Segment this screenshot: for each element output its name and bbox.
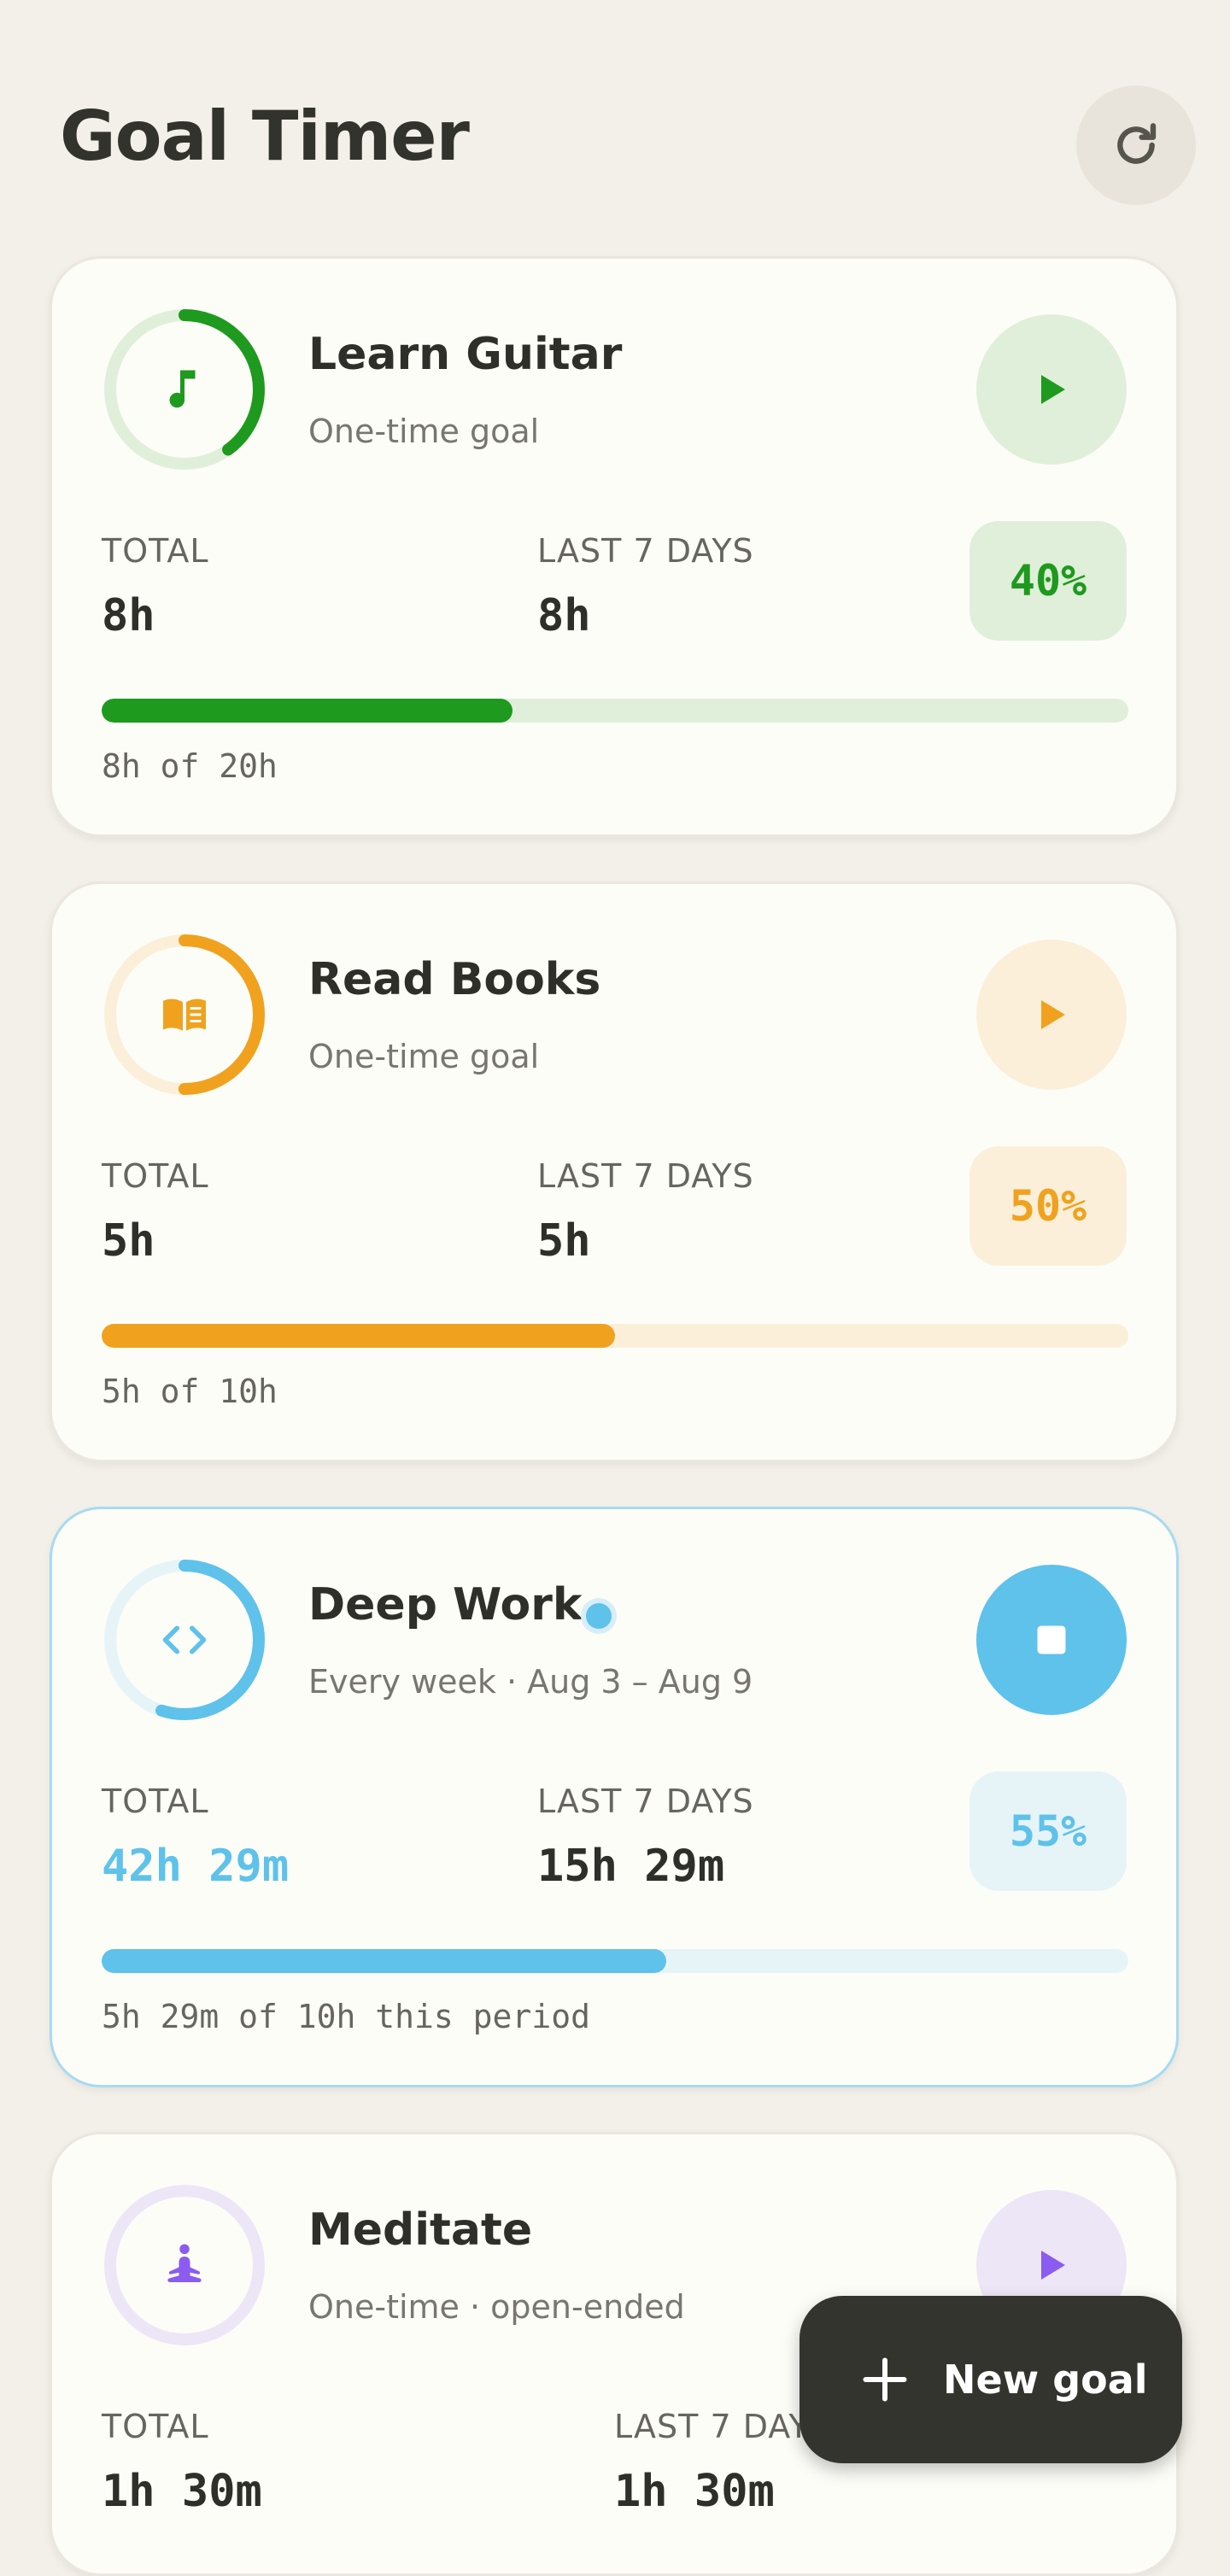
goal-card-deep-work[interactable]: Deep Work Every week · Aug 3 – Aug 9 TOT… xyxy=(50,1507,1179,2087)
new-goal-button[interactable]: New goal xyxy=(800,2296,1182,2463)
progress-note: 8h of 20h xyxy=(102,747,278,785)
refresh-button[interactable] xyxy=(1076,85,1196,205)
progress-note: 5h 29m of 10h this period xyxy=(102,1998,590,2035)
goal-card-learn-guitar[interactable]: Learn Guitar One-time goal TOTAL 8h LAST… xyxy=(50,256,1179,837)
start-timer-button[interactable] xyxy=(976,314,1127,465)
progress-ring xyxy=(102,307,267,472)
progress-ring xyxy=(102,932,267,1098)
play-icon xyxy=(1041,375,1065,404)
progress-bar xyxy=(102,1324,1128,1348)
goal-subtitle: One-time · open-ended xyxy=(308,2288,685,2326)
last-7-days-label: LAST 7 DAYS xyxy=(614,2408,831,2445)
stop-timer-button[interactable] xyxy=(976,1565,1127,1715)
progress-ring xyxy=(102,1557,267,1723)
status-bar xyxy=(0,0,1230,17)
progress-bar-fill xyxy=(102,699,512,723)
percent-badge: 55% xyxy=(969,1771,1127,1891)
last-7-days-value: 8h xyxy=(537,590,591,641)
total-label: TOTAL xyxy=(102,2408,209,2445)
goal-subtitle: One-time goal xyxy=(308,413,540,450)
total-value: 5h xyxy=(102,1215,155,1267)
total-label: TOTAL xyxy=(102,1157,209,1195)
progress-note: 5h of 10h xyxy=(102,1373,278,1410)
total-value: 42h 29m xyxy=(102,1841,290,1892)
last-7-days-label: LAST 7 DAYS xyxy=(537,532,754,570)
last-7-days-label: LAST 7 DAYS xyxy=(537,1783,754,1820)
progress-bar xyxy=(102,699,1128,723)
app-header: Goal Timer xyxy=(60,85,1196,205)
progress-ring xyxy=(102,2182,267,2348)
last-7-days-label: LAST 7 DAYS xyxy=(537,1157,754,1195)
total-label: TOTAL xyxy=(102,532,209,570)
book-icon xyxy=(163,998,206,1031)
total-value: 1h 30m xyxy=(102,2466,262,2517)
code-icon xyxy=(162,1625,207,1654)
last-7-days-value: 15h 29m xyxy=(537,1841,725,1892)
progress-bar xyxy=(102,1949,1128,1973)
start-timer-button[interactable] xyxy=(976,940,1127,1090)
stop-icon xyxy=(1037,1625,1066,1654)
refresh-icon xyxy=(1117,123,1157,164)
play-icon xyxy=(1041,1000,1065,1029)
new-goal-label: New goal xyxy=(943,2356,1148,2403)
play-icon xyxy=(1041,2251,1065,2280)
total-label: TOTAL xyxy=(102,1783,209,1820)
last-7-days-value: 1h 30m xyxy=(614,2466,775,2517)
plus-icon xyxy=(863,2357,907,2402)
goal-subtitle: One-time goal xyxy=(308,1038,540,1075)
running-indicator xyxy=(586,1603,612,1629)
meditation-icon xyxy=(167,2244,202,2282)
progress-bar-fill xyxy=(102,1324,615,1348)
music-note-icon xyxy=(169,370,196,408)
total-value: 8h xyxy=(102,590,155,641)
goal-subtitle: Every week · Aug 3 – Aug 9 xyxy=(308,1663,753,1701)
percent-badge: 40% xyxy=(969,521,1127,641)
progress-bar-fill xyxy=(102,1949,667,1973)
goal-card-read-books[interactable]: Read Books One-time goal TOTAL 5h LAST 7… xyxy=(50,881,1179,1462)
goal-name: Read Books xyxy=(308,954,601,1005)
percent-badge: 50% xyxy=(969,1146,1127,1266)
goal-name: Learn Guitar xyxy=(308,329,623,380)
last-7-days-value: 5h xyxy=(537,1215,591,1267)
page-title: Goal Timer xyxy=(60,97,470,176)
goal-name: Deep Work xyxy=(308,1579,583,1630)
goal-name: Meditate xyxy=(308,2204,533,2256)
